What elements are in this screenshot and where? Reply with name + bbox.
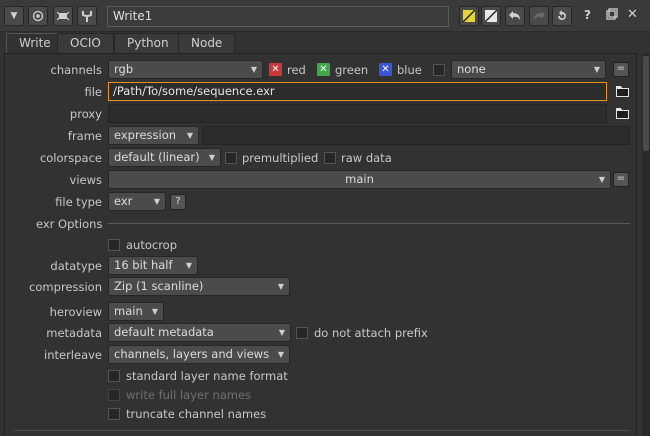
file-type-help-button[interactable]: ? (170, 194, 186, 210)
frame-expression-input[interactable] (202, 126, 630, 145)
heroview-label: heroview (49, 305, 102, 319)
views-label: views (69, 173, 102, 187)
autocrop-checkbox[interactable] (108, 239, 120, 251)
tab-python[interactable]: Python (114, 33, 182, 53)
exr-options-heading: exr Options (36, 217, 103, 231)
compression-label: compression (29, 280, 102, 294)
channels-label: channels (50, 63, 103, 77)
red-channel-checkbox[interactable]: ✕ (269, 63, 282, 76)
scrollbar-thumb[interactable] (643, 56, 649, 151)
close-icon[interactable]: ✕ (627, 7, 638, 22)
node-title-bar: ▼ Write1 ? ✕ (0, 0, 650, 32)
blue-channel-checkbox[interactable]: ✕ (379, 63, 392, 76)
green-channel-label: green (335, 63, 369, 77)
frame-label: frame (67, 129, 102, 143)
node-toggle-icon[interactable] (53, 6, 73, 26)
redo-icon[interactable] (529, 6, 549, 26)
node-name-field[interactable]: Write1 (107, 6, 449, 27)
write-full-layer-names-label: write full layer names (126, 388, 252, 402)
datatype-dropdown[interactable]: 16 bit half ▼ (108, 256, 198, 275)
truncate-channel-names-label: truncate channel names (126, 407, 267, 421)
autocrop-label: autocrop (126, 238, 178, 252)
file-type-label: file type (55, 195, 102, 209)
revert-icon[interactable] (552, 6, 572, 26)
tab-node[interactable]: Node (178, 33, 236, 53)
no-prefix-checkbox[interactable] (296, 327, 308, 339)
alpha-channel-checkbox[interactable] (433, 64, 445, 76)
help-icon[interactable]: ? (584, 8, 591, 22)
write-full-layer-names-checkbox[interactable] (108, 389, 120, 401)
green-channel-checkbox[interactable]: ✕ (317, 63, 330, 76)
bottom-divider (14, 430, 630, 431)
tab-write[interactable]: Write (6, 33, 64, 54)
red-channel-label: red (287, 63, 306, 77)
frame-mode-dropdown[interactable]: expression ▼ (108, 126, 199, 145)
viewer-icon[interactable] (28, 6, 48, 26)
color-swatch-icon[interactable] (459, 6, 479, 26)
blue-channel-label: blue (397, 63, 422, 77)
raw-data-checkbox[interactable] (324, 152, 336, 164)
views-dropdown[interactable]: main ▼ (108, 170, 611, 189)
collapse-arrow-icon[interactable]: ▼ (4, 6, 24, 26)
colorspace-label: colorspace (39, 151, 102, 165)
truncate-channel-names-checkbox[interactable] (108, 408, 120, 420)
tab-ocio[interactable]: OCIO (57, 33, 114, 53)
raw-data-label: raw data (341, 151, 392, 165)
exr-options-divider (108, 223, 630, 224)
standard-layer-name-label: standard layer name format (126, 369, 288, 383)
slash-icon[interactable] (481, 6, 501, 26)
proxy-browse-icon[interactable] (616, 107, 629, 119)
undo-icon[interactable] (505, 6, 525, 26)
views-link-button[interactable]: = (613, 172, 629, 187)
metadata-label: metadata (46, 326, 102, 340)
premultiplied-label: premultiplied (242, 151, 319, 165)
wrench-icon[interactable] (77, 6, 97, 26)
colorspace-dropdown[interactable]: default (linear) ▼ (108, 148, 221, 167)
proxy-path-input[interactable] (108, 104, 607, 123)
heroview-dropdown[interactable]: main ▼ (108, 302, 164, 321)
datatype-label: datatype (50, 259, 102, 273)
file-label: file (84, 85, 102, 99)
channels-link-button[interactable]: = (613, 62, 629, 77)
premultiplied-checkbox[interactable] (225, 152, 237, 164)
proxy-label: proxy (69, 107, 102, 121)
file-browse-icon[interactable] (616, 85, 629, 97)
file-type-dropdown[interactable]: exr ▼ (108, 192, 166, 211)
metadata-dropdown[interactable]: default metadata ▼ (108, 323, 291, 342)
no-prefix-label: do not attach prefix (314, 326, 428, 340)
channels-dropdown[interactable]: rgb ▼ (108, 60, 263, 79)
file-path-input[interactable]: /Path/To/some/sequence.exr (108, 82, 607, 101)
alpha-channel-dropdown[interactable]: none ▼ (451, 60, 606, 79)
compression-dropdown[interactable]: Zip (1 scanline) ▼ (108, 277, 290, 296)
float-window-icon[interactable] (606, 8, 618, 23)
interleave-label: interleave (44, 348, 102, 362)
standard-layer-name-checkbox[interactable] (108, 370, 120, 382)
interleave-dropdown[interactable]: channels, layers and views ▼ (108, 345, 290, 364)
